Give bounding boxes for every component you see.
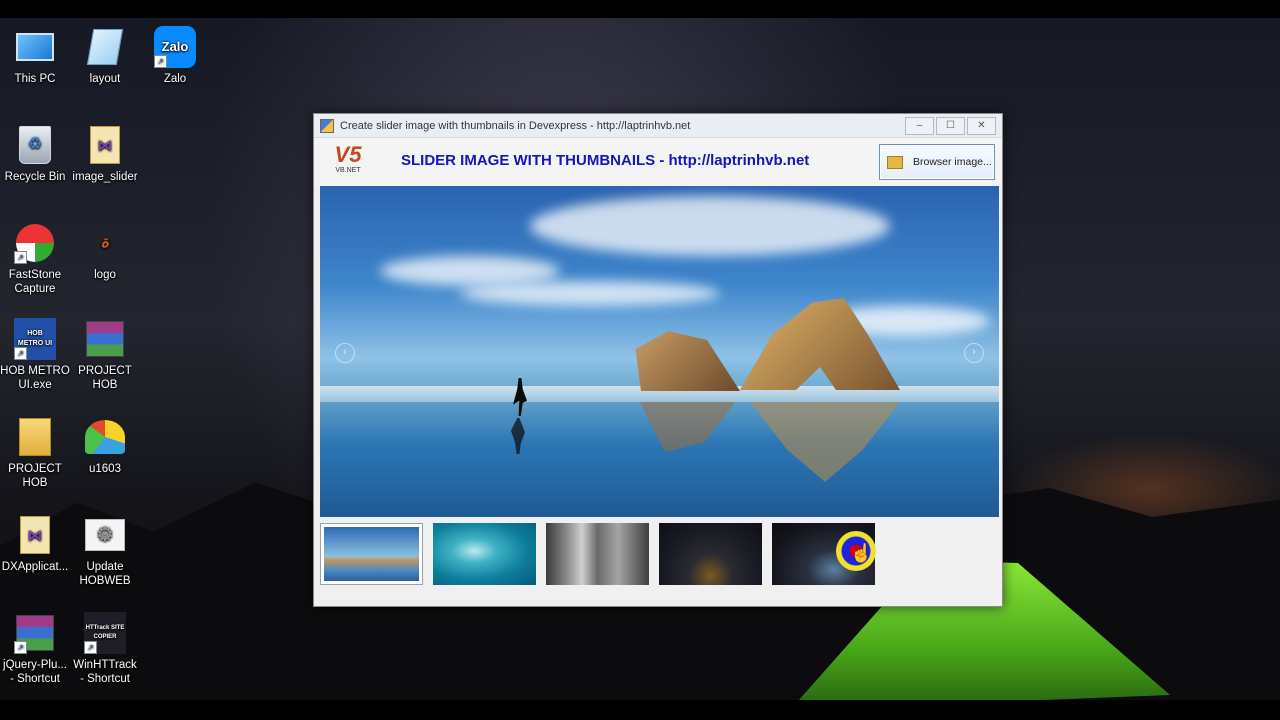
desktop-icon-label: FastStone Capture bbox=[8, 269, 62, 295]
app-icon bbox=[320, 118, 334, 133]
folder-open-icon bbox=[887, 155, 903, 169]
faststone-icon: ↗ bbox=[14, 222, 56, 264]
recycle-bin-icon: ♻ bbox=[14, 124, 56, 166]
slider-prev-arrow[interactable]: ‹ bbox=[335, 343, 355, 363]
desktop-icon-hob-metro[interactable]: HOB METRO UI ↗ HOB METRO UI.exe bbox=[0, 318, 70, 392]
desktop-icon-project-hob-folder[interactable]: PROJECT HOB bbox=[0, 416, 70, 490]
desktop-icon-label: u1603 bbox=[89, 463, 121, 475]
visual-studio-file-icon: ⋈ bbox=[14, 514, 56, 556]
thumbnail-night-sky-tent[interactable] bbox=[659, 523, 762, 585]
desktop-icon-label: PROJECT HOB bbox=[78, 365, 132, 391]
desktop-icon-dxapplication[interactable]: ⋈ DXApplicat... bbox=[0, 514, 70, 574]
thumbnail-night-tent[interactable]: ☝ bbox=[772, 523, 876, 585]
runner-reflection bbox=[511, 418, 525, 454]
thumbnail-beach-rocks[interactable] bbox=[320, 523, 423, 585]
letterbox-bottom bbox=[0, 700, 1280, 720]
desktop-icon-label: This PC bbox=[14, 73, 56, 85]
thumbnail-strip: ☝ bbox=[320, 523, 876, 585]
folder-icon bbox=[14, 416, 56, 458]
desktop-icon-u1603[interactable]: u1603 bbox=[70, 416, 140, 476]
window-titlebar[interactable]: Create slider image with thumbnails in D… bbox=[314, 114, 1002, 138]
desktop-icon-label: HOB METRO UI.exe bbox=[0, 365, 70, 391]
desktop-icon-image-slider[interactable]: ⋈ image_slider bbox=[70, 124, 140, 184]
desktop-icon-label: PROJECT HOB bbox=[8, 463, 62, 489]
maximize-button[interactable]: ☐ bbox=[936, 117, 965, 135]
minimize-button[interactable]: – bbox=[905, 117, 934, 135]
window-header: V5 VB.NET SLIDER IMAGE WITH THUMBNAILS -… bbox=[314, 138, 1002, 186]
desktop-icon-label: Zalo bbox=[163, 73, 187, 85]
winrar-archive-icon bbox=[84, 318, 126, 360]
desktop-icon-label: jQuery-Plu... - Shortcut bbox=[3, 659, 67, 685]
logo-mark: V5 bbox=[334, 142, 362, 167]
desktop-icon-faststone[interactable]: ↗ FastStone Capture bbox=[0, 222, 70, 296]
slider-next-arrow[interactable]: › bbox=[964, 343, 984, 363]
desktop-icon-project-hob-rar[interactable]: PROJECT HOB bbox=[70, 318, 140, 392]
logo-text: VB.NET bbox=[335, 167, 361, 174]
desktop-icon-label: logo bbox=[94, 269, 116, 281]
desktop-icon-update-hobweb[interactable]: ⚙ Update HOBWEB bbox=[70, 514, 140, 588]
rock-small-reflection bbox=[640, 402, 735, 452]
winrar-archive-icon: ↗ bbox=[14, 612, 56, 654]
desktop-icon-layout[interactable]: layout bbox=[70, 26, 140, 86]
browse-image-button[interactable]: Browser image... bbox=[879, 144, 995, 180]
rock-large-reflection bbox=[750, 402, 900, 482]
rock-small bbox=[635, 331, 740, 391]
hand-cursor-icon: ☝ bbox=[850, 543, 873, 563]
desktop-icon-recycle-bin[interactable]: ♻ Recycle Bin bbox=[0, 124, 70, 184]
close-button[interactable]: ✕ bbox=[967, 117, 996, 135]
desktop-icon-this-pc[interactable]: This PC bbox=[0, 26, 70, 86]
window-title: Create slider image with thumbnails in D… bbox=[340, 119, 691, 132]
thumbnail-underwater-swimmer[interactable] bbox=[433, 523, 536, 585]
visual-studio-file-icon: ⋈ bbox=[84, 124, 126, 166]
logo-file-icon: ة bbox=[100, 234, 110, 251]
desktop-icon-label: DXApplicat... bbox=[1, 561, 69, 573]
application-icon bbox=[84, 416, 126, 458]
hob-metro-icon: HOB METRO UI ↗ bbox=[14, 318, 56, 360]
desktop-icon-winhttrack[interactable]: HTTrack SITE COPIER ↗ WinHTTrack - Short… bbox=[70, 612, 140, 686]
app-window: Create slider image with thumbnails in D… bbox=[313, 113, 1003, 607]
vbnet-logo: V5 VB.NET bbox=[322, 143, 374, 181]
image-slider[interactable]: ‹ › bbox=[320, 186, 999, 517]
desktop-icon-label: image_slider bbox=[72, 171, 138, 183]
httrack-icon: HTTrack SITE COPIER ↗ bbox=[84, 612, 126, 654]
monitor-icon bbox=[14, 26, 56, 68]
page-heading: SLIDER IMAGE WITH THUMBNAILS - http://la… bbox=[401, 152, 810, 169]
desktop-icon-jquery-plugin[interactable]: ↗ jQuery-Plu... - Shortcut bbox=[0, 612, 70, 686]
gear-icon: ⚙ bbox=[84, 514, 126, 556]
desktop-icon-label: Recycle Bin bbox=[4, 171, 66, 183]
zalo-icon: Zalo ↗ bbox=[154, 26, 196, 68]
browse-image-label: Browser image... bbox=[913, 156, 992, 168]
letterbox-top bbox=[0, 0, 1280, 18]
desktop-icon-logo[interactable]: ة logo bbox=[70, 222, 140, 282]
desktop-icon-label: WinHTTrack - Shortcut bbox=[73, 659, 137, 685]
desktop-icon-zalo[interactable]: Zalo ↗ Zalo bbox=[140, 26, 210, 86]
thumbnail-rock-cliff[interactable] bbox=[546, 523, 649, 585]
notepad-icon bbox=[84, 26, 126, 68]
desktop-icon-label: Update HOBWEB bbox=[79, 561, 131, 587]
desktop-icon-label: layout bbox=[89, 73, 121, 85]
window-controls: – ☐ ✕ bbox=[905, 117, 996, 135]
